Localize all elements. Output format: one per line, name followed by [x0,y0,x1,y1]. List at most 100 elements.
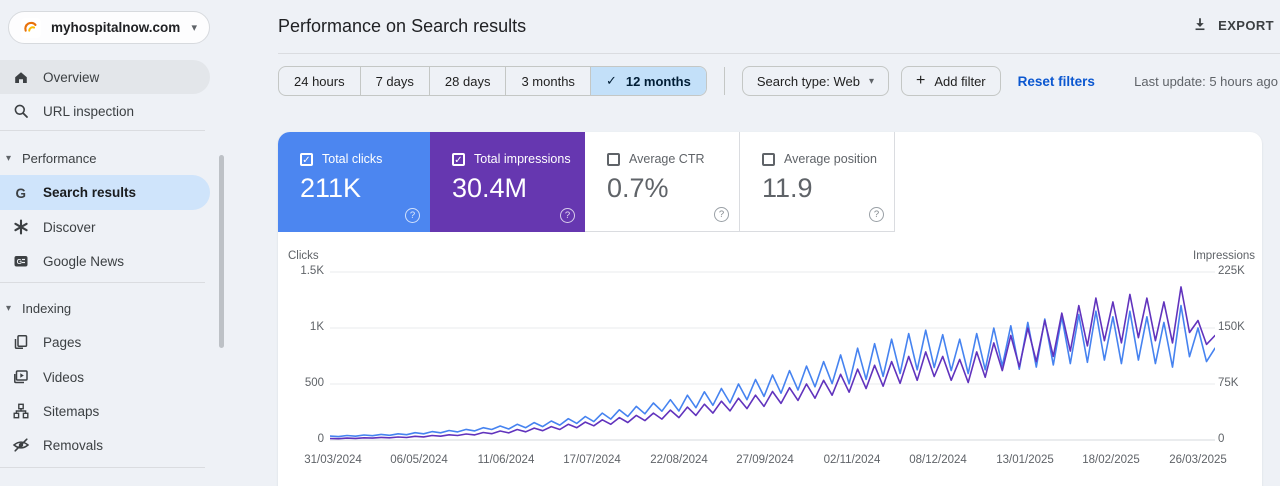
sidebar-item-overview[interactable]: Overview [0,60,210,94]
help-icon[interactable]: ? [405,208,420,223]
sidebar-scrollbar[interactable] [219,155,224,348]
export-button[interactable]: EXPORT [1192,16,1274,35]
checkbox-checked-icon[interactable]: ✓ [452,152,465,166]
x-tick: 13/01/2025 [996,454,1054,466]
metric-cards-row: ✓ Total clicks 211K ? ✓ Total impression… [278,132,1262,232]
sidebar-item-search-results[interactable]: G Search results [0,175,210,210]
x-tick: 17/07/2024 [563,454,621,466]
header-divider [278,53,1280,54]
download-icon [1192,16,1208,35]
reset-filters-link[interactable]: Reset filters [1018,74,1095,89]
sitemap-icon [12,402,30,420]
y-tick: 225K [1218,265,1245,277]
pages-icon [12,333,30,351]
video-icon [12,368,30,386]
plus-icon: + [915,72,926,89]
right-axis-title: Impressions [1193,250,1255,262]
sidebar-item-label: Videos [43,369,85,385]
checkbox-unchecked-icon[interactable] [762,152,775,166]
range-28-days[interactable]: 28 days [428,67,506,95]
sidebar-item-label: Discover [43,219,96,235]
sidebar-item-pages[interactable]: Pages [0,325,210,359]
y-tick: 75K [1218,377,1239,389]
site-favicon-icon [21,17,41,38]
sidebar-section-indexing[interactable]: ▾ Indexing [6,296,71,320]
x-tick: 11/06/2024 [477,454,535,466]
sidebar-item-videos[interactable]: Videos [0,360,210,394]
sidebar-item-removals[interactable]: Removals [0,428,210,462]
chevron-down-icon: ▾ [868,75,874,87]
metric-label: Average CTR [629,152,705,166]
svg-text:G: G [16,185,27,200]
x-tick: 26/03/2025 [1169,454,1227,466]
checkbox-checked-icon[interactable]: ✓ [300,152,313,166]
x-tick: 08/12/2024 [909,454,967,466]
metric-card-average-position[interactable]: Average position 11.9 ? [740,132,895,232]
filter-divider [723,67,725,95]
help-icon[interactable]: ? [869,207,884,222]
x-tick: 18/02/2025 [1082,454,1140,466]
last-update-text: Last update: 5 hours ago [1134,74,1278,89]
left-axis-title: Clicks [288,250,319,262]
date-range-segments: 24 hours 7 days 28 days 3 months ✓ 12 mo… [278,66,707,96]
x-tick: 06/05/2024 [390,454,448,466]
metric-value: 11.9 [762,173,813,203]
property-selector[interactable]: myhospitalnow.com ▾ [8,11,210,44]
sidebar-item-google-news[interactable]: G Google News [0,244,210,278]
sidebar-item-discover[interactable]: Discover [0,210,210,244]
home-icon [12,68,30,86]
export-label: EXPORT [1218,18,1274,33]
metric-card-total-clicks[interactable]: ✓ Total clicks 211K ? [278,132,430,232]
metric-value: 30.4M [452,173,528,203]
svg-text:G: G [17,259,23,266]
help-icon[interactable]: ? [560,208,575,223]
help-icon[interactable]: ? [714,207,729,222]
series-total-impressions [330,286,1215,440]
sidebar-item-label: Google News [43,253,125,269]
metric-value: 0.7% [607,173,669,203]
performance-card: ✓ Total clicks 211K ? ✓ Total impression… [278,132,1262,486]
search-icon [12,102,30,120]
metric-label: Total impressions [474,152,571,166]
sidebar-item-label: Overview [43,69,100,85]
y-tick: 150K [1218,321,1245,333]
sidebar-divider [0,467,205,468]
metric-card-average-ctr[interactable]: Average CTR 0.7% ? [585,132,740,232]
sidebar-item-sitemaps[interactable]: Sitemaps [0,394,210,428]
sidebar-divider [0,130,205,131]
chevron-down-icon: ▾ [6,152,12,164]
sidebar-item-label: Removals [43,437,104,453]
add-filter-label: Add filter [934,73,986,89]
chevron-down-icon: ▾ [191,22,197,34]
range-3-months[interactable]: 3 months [505,67,589,95]
search-type-label: Search type: Web [756,73,860,89]
sidebar-section-performance[interactable]: ▾ Performance [6,146,96,170]
y-tick: 0 [317,433,324,445]
search-type-dropdown[interactable]: Search type: Web ▾ [741,66,889,96]
metric-label: Average position [784,152,877,166]
news-icon: G [12,252,30,270]
google-g-icon: G [12,184,30,202]
metric-value: 211K [300,173,362,203]
range-7-days[interactable]: 7 days [359,67,429,95]
sidebar-divider [0,282,205,283]
filter-bar: 24 hours 7 days 28 days 3 months ✓ 12 mo… [278,66,1095,96]
metric-card-total-impressions[interactable]: ✓ Total impressions 30.4M ? [430,132,585,232]
check-icon: ✓ [605,73,617,88]
section-label: Indexing [22,300,72,316]
metric-label: Total clicks [322,152,383,166]
x-tick: 02/11/2024 [823,454,881,466]
sidebar-item-label: Search results [43,185,137,200]
page-title: Performance on Search results [278,16,527,36]
range-12-months[interactable]: ✓ 12 months [589,67,706,95]
checkbox-unchecked-icon[interactable] [607,152,620,166]
performance-chart[interactable] [330,268,1215,446]
x-tick: 22/08/2024 [650,454,708,466]
add-filter-button[interactable]: + Add filter [900,66,1001,96]
sidebar-item-label: Sitemaps [43,403,100,419]
sidebar-item-label: URL inspection [43,103,135,119]
y-tick: 500 [304,377,324,389]
range-24-hours[interactable]: 24 hours [279,67,360,95]
discover-asterisk-icon [12,218,30,236]
sidebar-item-url-inspection[interactable]: URL inspection [0,94,210,128]
